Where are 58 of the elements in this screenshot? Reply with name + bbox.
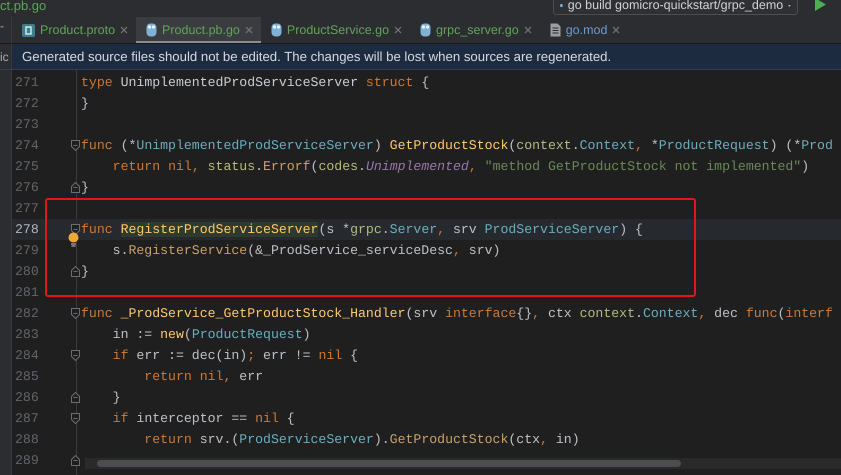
play-icon[interactable] bbox=[815, 0, 826, 11]
code-line: if err := dec(in); err != nil { bbox=[112, 347, 358, 365]
line-number: 286 bbox=[14, 389, 40, 407]
line-number: 281 bbox=[14, 284, 40, 302]
line-number: 275 bbox=[14, 158, 40, 176]
close-icon[interactable] bbox=[612, 26, 620, 34]
warning-text: Generated source files should not be edited. The changes will be lost when sources are regenerated. bbox=[22, 48, 612, 66]
line-number: 278 bbox=[14, 221, 40, 239]
fold-icon[interactable] bbox=[71, 224, 80, 235]
line-number: 279 bbox=[14, 242, 40, 260]
line-number: 289 bbox=[14, 452, 40, 470]
editor-tab[interactable]: ProductService.go bbox=[260, 17, 410, 43]
code-line: return nil, err bbox=[143, 368, 264, 386]
line-number: 272 bbox=[14, 95, 40, 113]
proto-file-icon bbox=[22, 24, 35, 36]
code-line: func _ProdService_GetProductStock_Handler(srv interface{}, ctx context.Context, dec func(interf bbox=[81, 305, 833, 323]
code-line: return nil, status.Errorf(codes.Unimplemented, "method GetProductStock not implemented") bbox=[112, 158, 810, 176]
line-number: 285 bbox=[14, 368, 40, 386]
line-number: 280 bbox=[14, 263, 40, 281]
code-line: func RegisterProdServiceServer(s *grpc.Server, srv ProdServiceServer) { bbox=[81, 221, 643, 239]
line-number: 288 bbox=[14, 431, 40, 449]
sidebar-fragment-text: - bbox=[0, 19, 4, 33]
breadcrumb-text: ct.pb.go bbox=[0, 0, 46, 12]
line-number: 277 bbox=[14, 200, 40, 218]
code-line: } bbox=[81, 179, 89, 197]
code-line: return srv.(ProdServiceServer).GetProductStock(ctx, in) bbox=[143, 431, 580, 449]
editor-tab[interactable]: grpc_server.go bbox=[410, 17, 540, 43]
horizontal-scrollbar[interactable] bbox=[85, 458, 841, 469]
code-line: } bbox=[81, 95, 89, 113]
line-number: 276 bbox=[14, 179, 40, 197]
line-number: 283 bbox=[14, 326, 40, 344]
code-line: if interceptor == nil { bbox=[112, 410, 295, 428]
line-number: 284 bbox=[14, 347, 40, 365]
lightbulb-icon[interactable] bbox=[68, 232, 79, 247]
close-icon[interactable] bbox=[120, 26, 128, 34]
sidebar-fragment-text: ic bbox=[0, 50, 9, 64]
go-file-icon bbox=[420, 23, 432, 37]
code-line: s.RegisterService(&_ProdService_serviceDesc, srv) bbox=[112, 242, 500, 260]
code-line: in := new(ProductRequest) bbox=[112, 326, 311, 344]
line-number: 271 bbox=[14, 74, 40, 92]
document-icon bbox=[550, 23, 561, 37]
code-line: type UnimplementedProdServiceServer struct { bbox=[81, 74, 430, 92]
close-icon[interactable] bbox=[394, 26, 402, 34]
code-line: func (*UnimplementedProdServiceServer) GetProductStock(context.Context, *ProductRequest) (*Prod bbox=[81, 137, 833, 155]
line-number: 273 bbox=[14, 116, 40, 134]
code-line: } bbox=[81, 263, 89, 281]
go-file-icon bbox=[270, 23, 282, 37]
editor-tab[interactable]: Product.pb.go bbox=[136, 17, 261, 43]
go-file-icon bbox=[146, 23, 158, 37]
line-number: 282 bbox=[14, 305, 40, 323]
line-number: 274 bbox=[14, 137, 40, 155]
code-line: } bbox=[112, 389, 121, 407]
run-config-dropdown[interactable]: go build gomicro-quickstart/grpc_demo bbox=[553, 0, 798, 15]
close-icon[interactable] bbox=[244, 26, 253, 34]
close-icon[interactable] bbox=[524, 26, 532, 34]
line-number: 287 bbox=[14, 410, 40, 428]
editor-tab[interactable]: go.mod bbox=[540, 17, 628, 43]
editor-tab[interactable]: Product.proto bbox=[12, 17, 136, 43]
